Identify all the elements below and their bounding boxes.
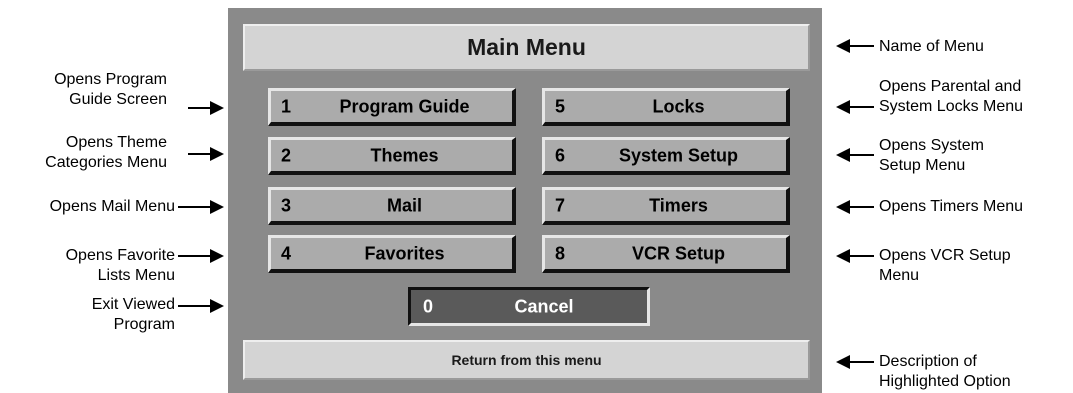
arrow-right-icon: [178, 299, 224, 313]
callout-description: Description of Highlighted Option: [879, 352, 1011, 392]
callout-line: Opens Parental and: [879, 78, 1022, 95]
callout-themes: Opens Theme Categories Menu: [45, 133, 167, 173]
callout-line: Lists Menu: [97, 267, 175, 284]
arrow-right-icon: [188, 101, 224, 115]
arrow-left-icon: [836, 249, 874, 263]
callout-line: Opens Theme: [65, 134, 167, 151]
callout-line: Guide Screen: [69, 91, 167, 108]
callout-line: Opens Mail Menu: [49, 198, 175, 215]
arrow-left-icon: [836, 200, 874, 214]
callout-line: Menu: [879, 267, 920, 284]
callout-line: Highlighted Option: [879, 373, 1011, 390]
arrow-left-icon: [836, 148, 874, 162]
callout-timers: Opens Timers Menu: [879, 197, 1023, 217]
callout-line: Opens VCR Setup: [879, 247, 1011, 264]
callout-line: System Locks Menu: [879, 98, 1024, 115]
callout-line: Opens Favorite: [65, 247, 175, 264]
arrow-left-icon: [836, 355, 874, 369]
callout-locks: Opens Parental and System Locks Menu: [879, 77, 1023, 117]
arrow-right-icon: [178, 249, 224, 263]
callout-exit-viewed: Exit Viewed Program: [92, 295, 175, 335]
callout-line: Program: [113, 316, 175, 333]
arrow-right-icon: [188, 147, 224, 161]
callout-line: Opens Timers Menu: [879, 198, 1024, 215]
callout-system-setup: Opens System Setup Menu: [879, 136, 984, 176]
callout-name-of-menu: Name of Menu: [879, 37, 984, 57]
callout-line: Exit Viewed: [91, 296, 175, 313]
arrow-right-icon: [178, 200, 224, 214]
callout-favorites: Opens Favorite Lists Menu: [66, 246, 175, 286]
arrow-left-icon: [836, 100, 874, 114]
callout-program-guide: Opens Program Guide Screen: [54, 70, 167, 110]
arrow-left-icon: [836, 39, 874, 53]
callout-mail: Opens Mail Menu: [50, 197, 175, 217]
callout-line: Description of: [879, 353, 977, 370]
callout-vcr-setup: Opens VCR Setup Menu: [879, 246, 1011, 286]
callout-line: Name of Menu: [879, 38, 984, 55]
callout-line: Categories Menu: [45, 154, 167, 171]
callout-line: Opens Program: [54, 71, 167, 88]
callout-line: Opens System: [879, 137, 984, 154]
callout-line: Setup Menu: [879, 157, 966, 174]
